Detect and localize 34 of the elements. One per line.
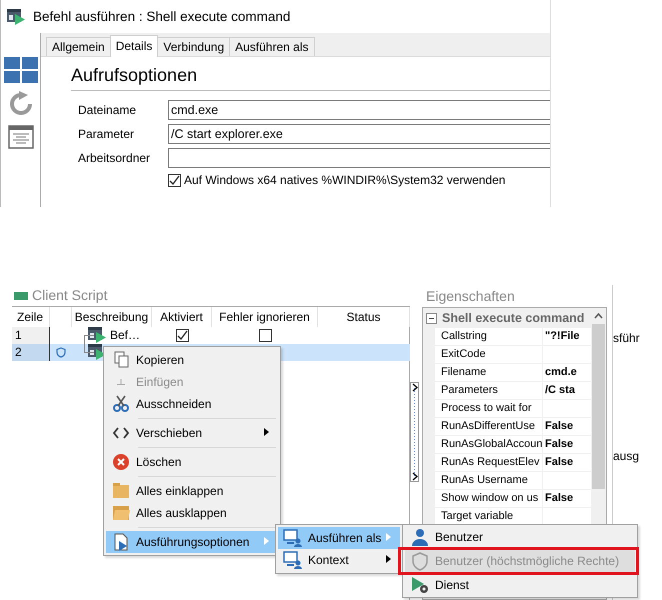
property-value: False — [544, 437, 574, 452]
property-value: /C sta — [544, 383, 576, 398]
property-name: RunAsGlobalAccoun — [435, 436, 543, 453]
panel-heading: Eigenschaften — [426, 288, 515, 304]
property-name: Process to wait for — [435, 400, 543, 417]
category-heading: Shell execute command — [442, 311, 584, 325]
column-header: Aktiviert — [152, 306, 212, 326]
window-title: Befehl ausführen : Shell execute command — [33, 9, 290, 24]
property-value: False — [544, 455, 574, 470]
property-name: RunAsDifferentUse — [435, 418, 543, 435]
field-label: Arbeitsordner — [78, 150, 152, 167]
text-fragment: ausg — [613, 449, 640, 463]
property-name: Filename — [435, 364, 543, 381]
field-label: Parameter — [78, 126, 136, 143]
step-description: Bef… — [110, 326, 140, 344]
column-header: Fehler ignorieren — [212, 306, 318, 326]
property-name: ExitCode — [435, 346, 543, 363]
property-name: Callstring — [435, 328, 543, 345]
checkbox-label: Auf Windows x64 natives %WINDIR%\System32 verwenden — [184, 173, 506, 187]
property-value: "?!File — [544, 329, 581, 344]
column-header: Status — [318, 306, 410, 326]
property-name: RunAs RequestElev — [435, 454, 543, 471]
section-heading: Aufrufsoptionen — [71, 65, 550, 91]
property-value: False — [544, 491, 574, 506]
property-name: RunAs Username — [435, 472, 543, 489]
line-number: 1 — [12, 326, 50, 344]
panel-heading: Client Script — [32, 287, 108, 304]
line-number: 2 — [12, 344, 50, 360]
property-value: False — [544, 419, 574, 434]
text-fragment: sführ — [613, 331, 641, 345]
property-name: Parameters — [435, 382, 543, 399]
field-label: Dateiname — [78, 102, 138, 119]
property-value: cmd.e — [544, 365, 578, 380]
property-name: Show window on us — [435, 490, 543, 507]
